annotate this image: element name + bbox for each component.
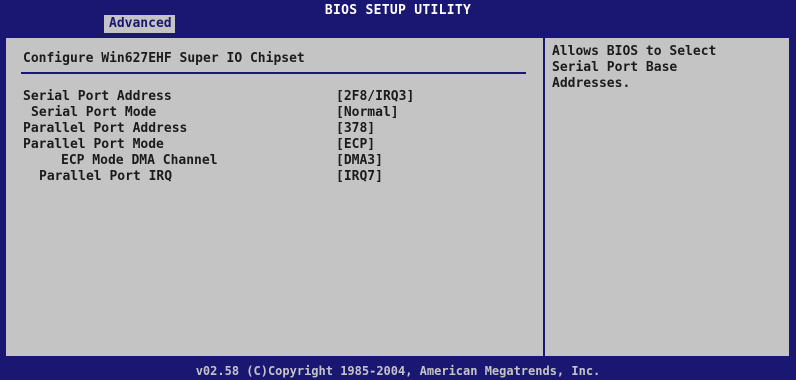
setting-label: Serial Port Mode bbox=[31, 105, 157, 120]
panel-divider bbox=[543, 38, 545, 356]
section-divider bbox=[21, 72, 526, 74]
setting-serial-port-address[interactable]: Serial Port Address [2F8/IRQ3] bbox=[23, 89, 523, 105]
setting-label: Parallel Port Address bbox=[23, 121, 188, 136]
setting-label: Serial Port Address bbox=[23, 89, 172, 104]
help-text: Allows BIOS to Select Serial Port Base A… bbox=[552, 44, 717, 91]
setting-label: Parallel Port Mode bbox=[23, 137, 164, 152]
setting-value[interactable]: [378] bbox=[336, 121, 375, 137]
setting-serial-port-mode[interactable]: Serial Port Mode [Normal] bbox=[23, 105, 523, 121]
main-panel: Configure Win627EHF Super IO Chipset Ser… bbox=[4, 36, 791, 358]
setting-label: Parallel Port IRQ bbox=[39, 169, 173, 184]
section-title: Configure Win627EHF Super IO Chipset bbox=[23, 51, 305, 66]
setting-value[interactable]: [Normal] bbox=[336, 105, 399, 121]
copyright-footer: v02.58 (C)Copyright 1985-2004, American … bbox=[195, 364, 601, 378]
setting-value[interactable]: [DMA3] bbox=[336, 153, 383, 169]
setting-parallel-port-irq[interactable]: Parallel Port IRQ [IRQ7] bbox=[23, 169, 523, 185]
setting-ecp-mode-dma-channel[interactable]: ECP Mode DMA Channel [DMA3] bbox=[23, 153, 523, 169]
setting-value[interactable]: [2F8/IRQ3] bbox=[336, 89, 414, 105]
top-bar: BIOS SETUP UTILITY Advanced bbox=[0, 0, 796, 33]
tab-advanced[interactable]: Advanced bbox=[104, 15, 175, 33]
setting-parallel-port-mode[interactable]: Parallel Port Mode [ECP] bbox=[23, 137, 523, 153]
setting-parallel-port-address[interactable]: Parallel Port Address [378] bbox=[23, 121, 523, 137]
setting-value[interactable]: [IRQ7] bbox=[336, 169, 383, 185]
setting-label: ECP Mode DMA Channel bbox=[61, 153, 218, 168]
setting-value[interactable]: [ECP] bbox=[336, 137, 375, 153]
